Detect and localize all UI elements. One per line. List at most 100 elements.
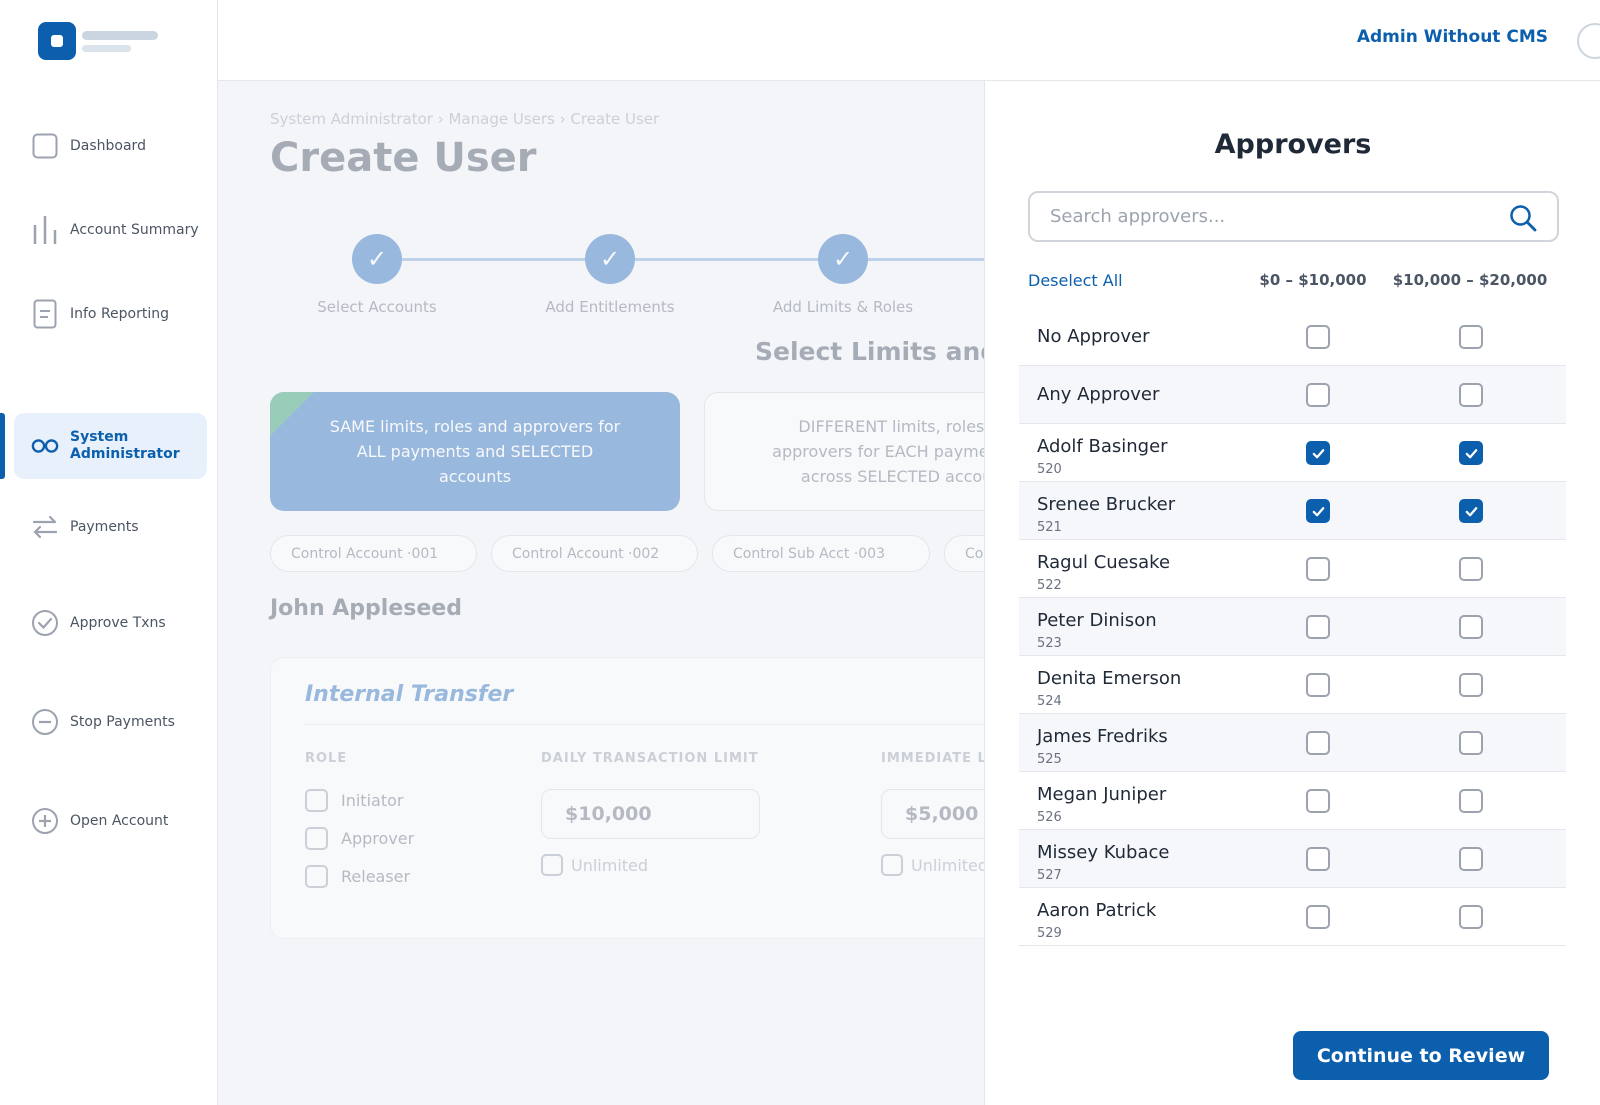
approver-checkbox-range-2[interactable] bbox=[1459, 441, 1483, 465]
approver-checkbox-range-1[interactable] bbox=[1306, 325, 1330, 349]
user-avatar[interactable] bbox=[1577, 23, 1600, 59]
dashboard-icon bbox=[31, 132, 59, 160]
approver-id: 524 bbox=[1037, 694, 1062, 709]
check-icon: ✓ bbox=[352, 234, 402, 284]
search-input[interactable] bbox=[1050, 193, 1490, 240]
approver-checkbox-range-2[interactable] bbox=[1459, 557, 1483, 581]
option-different-limits[interactable]: DIFFERENT limits, roles and approvers fo… bbox=[704, 392, 984, 511]
sidebar-item-label: Info Reporting bbox=[70, 305, 170, 322]
immediate-unlimited[interactable]: Unlimited bbox=[881, 854, 984, 876]
check-icon: ✓ bbox=[818, 234, 868, 284]
approver-id: 525 bbox=[1037, 752, 1062, 767]
option-same-limits[interactable]: SAME limits, roles and approvers for ALL… bbox=[270, 392, 680, 511]
approver-name: Ragul Cuesake bbox=[1037, 552, 1171, 573]
approver-checkbox-range-1[interactable] bbox=[1306, 499, 1330, 523]
approver-checkbox-range-2[interactable] bbox=[1459, 615, 1483, 639]
approver-id: 521 bbox=[1037, 520, 1062, 535]
role-checkbox[interactable] bbox=[305, 827, 328, 850]
sidebar-item-dashboard[interactable]: Dashboard bbox=[14, 113, 207, 179]
account-chip[interactable]: Control Account ·004 bbox=[944, 535, 984, 572]
range-1-header: $0 – $10,000 bbox=[1259, 271, 1367, 289]
immediate-limit-input[interactable]: $5,000 bbox=[881, 789, 984, 839]
approver-row: No Approver bbox=[1019, 308, 1566, 366]
sidebar-item-system-administrator[interactable]: System Administrator bbox=[14, 413, 207, 479]
approver-checkbox-range-2[interactable] bbox=[1459, 499, 1483, 523]
approver-checkbox-range-2[interactable] bbox=[1459, 731, 1483, 755]
breadcrumb: System Administrator › Manage Users › Cr… bbox=[270, 110, 660, 128]
sidebar-item-open-account[interactable]: Open Account bbox=[14, 788, 207, 854]
step-select-accounts: ✓ Select Accounts bbox=[287, 234, 467, 316]
approver-name: No Approver bbox=[1037, 326, 1150, 347]
approver-row: Any Approver bbox=[1019, 366, 1566, 424]
account-chip[interactable]: Control Account ·001 bbox=[270, 535, 477, 572]
approver-checkbox-range-1[interactable] bbox=[1306, 441, 1330, 465]
sidebar-item-payments[interactable]: Payments bbox=[14, 494, 207, 560]
main-content: System Administrator › Manage Users › Cr… bbox=[218, 81, 984, 1105]
role-initiator[interactable]: Initiator bbox=[305, 789, 403, 812]
approver-checkbox-range-2[interactable] bbox=[1459, 673, 1483, 697]
step-add-limits-roles: ✓ Add Limits & Roles bbox=[753, 234, 933, 316]
role-label: Releaser bbox=[341, 867, 411, 886]
sidebar-item-stop-payments[interactable]: Stop Payments bbox=[14, 689, 207, 755]
sidebar-item-account-summary[interactable]: Account Summary bbox=[14, 197, 207, 263]
immediate-limit-header: IMMEDIATE LIMIT bbox=[881, 751, 984, 766]
approver-row: Adolf Basinger 520 bbox=[1019, 424, 1566, 482]
role-checkbox[interactable] bbox=[305, 789, 328, 812]
approver-checkbox-range-1[interactable] bbox=[1306, 673, 1330, 697]
user-full-name: John Appleseed bbox=[270, 596, 462, 621]
approver-row: Ragul Cuesake 522 bbox=[1019, 540, 1566, 598]
minus-circle-icon bbox=[31, 708, 59, 736]
account-chip[interactable]: Control Account ·002 bbox=[491, 535, 698, 572]
approver-checkbox-range-1[interactable] bbox=[1306, 905, 1330, 929]
search-box[interactable] bbox=[1028, 191, 1559, 242]
active-indicator bbox=[0, 413, 5, 479]
approver-name: Denita Emerson bbox=[1037, 668, 1182, 689]
approver-row: Megan Juniper 526 bbox=[1019, 772, 1566, 830]
role-approver[interactable]: Approver bbox=[305, 827, 414, 850]
approver-checkbox-range-1[interactable] bbox=[1306, 847, 1330, 871]
range-2-header: $10,000 – $20,000 bbox=[1392, 271, 1548, 289]
approver-checkbox-range-2[interactable] bbox=[1459, 905, 1483, 929]
approver-id: 526 bbox=[1037, 810, 1062, 825]
unlimited-checkbox[interactable] bbox=[541, 854, 563, 876]
approver-checkbox-range-2[interactable] bbox=[1459, 847, 1483, 871]
panel-title: Approvers bbox=[1214, 129, 1372, 160]
sidebar-item-info-reporting[interactable]: Info Reporting bbox=[14, 281, 207, 347]
unlimited-checkbox[interactable] bbox=[881, 854, 903, 876]
deselect-all-link[interactable]: Deselect All bbox=[1028, 271, 1123, 290]
transaction-card: Internal Transfer ROLE DAILY TRANSACTION… bbox=[270, 657, 984, 939]
divider bbox=[305, 724, 984, 725]
role-checkbox[interactable] bbox=[305, 865, 328, 888]
approver-id: 529 bbox=[1037, 926, 1062, 941]
step-label: Add Entitlements bbox=[545, 298, 675, 316]
approver-row: Denita Emerson 524 bbox=[1019, 656, 1566, 714]
search-icon[interactable] bbox=[1509, 204, 1537, 232]
role-label: Approver bbox=[341, 829, 415, 848]
approver-row: Aaron Patrick 529 bbox=[1019, 888, 1566, 946]
logo[interactable] bbox=[38, 22, 76, 60]
approver-name: Megan Juniper bbox=[1037, 784, 1167, 805]
continue-to-review-button[interactable]: Continue to Review bbox=[1293, 1031, 1549, 1080]
approver-checkbox-range-2[interactable] bbox=[1459, 383, 1483, 407]
bar-chart-icon bbox=[31, 216, 59, 244]
approver-checkbox-range-2[interactable] bbox=[1459, 325, 1483, 349]
role-releaser[interactable]: Releaser bbox=[305, 865, 410, 888]
approver-checkbox-range-1[interactable] bbox=[1306, 731, 1330, 755]
transaction-title: Internal Transfer bbox=[305, 682, 514, 707]
approvers-panel: Approvers Deselect All $0 – $10,000 $10,… bbox=[984, 81, 1600, 1105]
sidebar-item-approve-txns[interactable]: Approve Txns bbox=[14, 590, 207, 656]
approver-checkbox-range-1[interactable] bbox=[1306, 383, 1330, 407]
approver-checkbox-range-1[interactable] bbox=[1306, 789, 1330, 813]
daily-limit-input[interactable]: $10,000 bbox=[541, 789, 760, 839]
account-chip[interactable]: Control Sub Acct ·003 bbox=[712, 535, 930, 572]
daily-unlimited[interactable]: Unlimited bbox=[541, 854, 648, 876]
role-header: ROLE bbox=[305, 751, 348, 766]
approver-name: Adolf Basinger bbox=[1037, 436, 1168, 457]
approver-row: James Fredriks 525 bbox=[1019, 714, 1566, 772]
approver-checkbox-range-1[interactable] bbox=[1306, 615, 1330, 639]
sidebar-item-label: Account Summary bbox=[70, 221, 199, 238]
approver-checkbox-range-2[interactable] bbox=[1459, 789, 1483, 813]
user-name[interactable]: Admin Without CMS bbox=[1357, 27, 1548, 47]
approver-checkbox-range-1[interactable] bbox=[1306, 557, 1330, 581]
unlimited-label: Unlimited bbox=[571, 855, 649, 875]
